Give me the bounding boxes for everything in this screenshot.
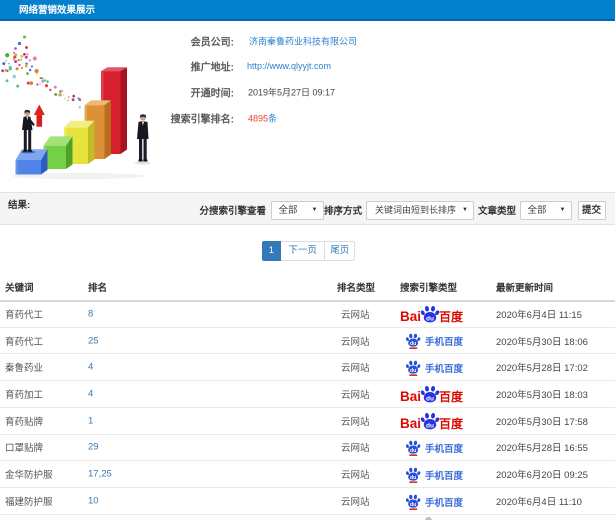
svg-text:du: du (410, 502, 416, 508)
svg-text:du: du (410, 448, 416, 454)
svg-text:Bai: Bai (400, 416, 421, 431)
svg-text:du: du (426, 315, 434, 322)
svg-text:du: du (410, 475, 416, 481)
svg-text:du: du (426, 422, 434, 429)
svg-text:du: du (410, 342, 416, 348)
svg-text:Bai: Bai (400, 309, 421, 324)
svg-text:百度: 百度 (439, 389, 464, 404)
svg-text:百度: 百度 (439, 309, 464, 324)
svg-text:Bai: Bai (400, 389, 421, 404)
svg-text:du: du (410, 368, 416, 374)
svg-text:百度: 百度 (439, 416, 464, 431)
svg-text:du: du (426, 395, 434, 402)
